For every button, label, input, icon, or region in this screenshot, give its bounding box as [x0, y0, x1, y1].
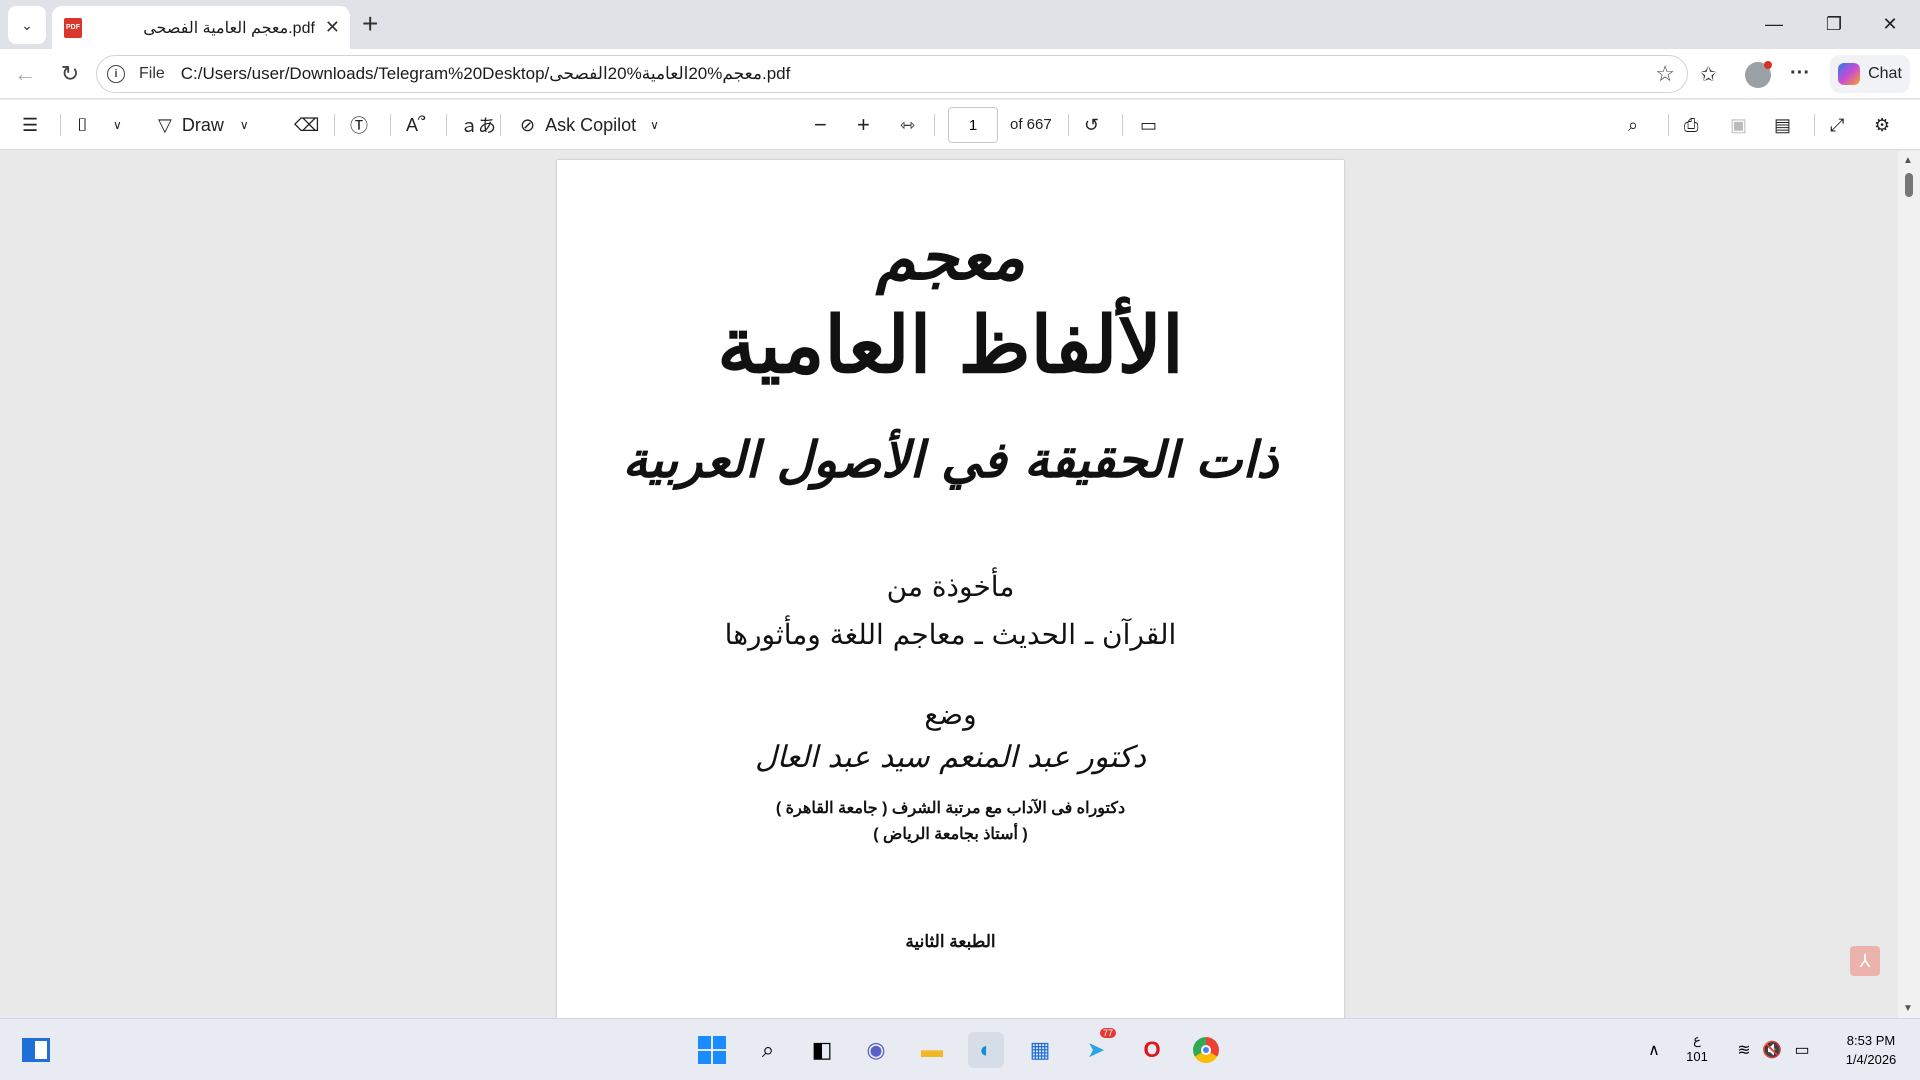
total-pages-label: of 667	[1010, 116, 1052, 133]
rotate-icon[interactable]: ↺	[1084, 110, 1099, 140]
more-menu-icon[interactable]: ···	[1790, 62, 1810, 85]
save-icon[interactable]: ▣	[1730, 110, 1747, 140]
sources-line: القرآن ـ الحديث ـ معاجم اللغة ومأثورها	[724, 618, 1177, 651]
tab-title: معجم العامية الفصحى.pdf	[143, 19, 315, 37]
pdf-toolbar: ☰ ⌷ ∨ ▽ Draw ∨ ⌫ Ⓣ A՞ ａあ ⊘ Ask Copilot ∨…	[0, 100, 1920, 150]
pdf-page: معجم الألفاظ العامية ذات الحقيقة في الأص…	[557, 160, 1344, 1020]
tab-actions-button[interactable]: ⌄	[8, 6, 46, 44]
copilot-chat-button[interactable]: Chat	[1830, 55, 1910, 93]
text-box-icon[interactable]: Ⓣ	[350, 110, 368, 140]
search-icon[interactable]: ⌕	[1628, 110, 1638, 140]
restore-button[interactable]: ❐	[1806, 0, 1862, 49]
page-number-input[interactable]: 1	[948, 107, 998, 143]
copilot-icon	[1838, 63, 1861, 85]
pdf-icon: PDF	[64, 17, 82, 38]
zoom-in-icon[interactable]: +	[857, 110, 870, 140]
author-name: دكتور عبد المنعم سيد عبد العال	[755, 740, 1146, 775]
arrow-left-icon: ←	[14, 61, 36, 86]
copilot-dropdown-icon[interactable]: ∨	[650, 118, 659, 132]
ask-copilot-button[interactable]: ⊘ Ask Copilot ∨	[520, 110, 659, 140]
edition-label: الطبعة الثانية	[905, 932, 996, 951]
address-input[interactable]: i File C:/Users/user/Downloads/Telegram%…	[96, 55, 1688, 93]
input-language-code: 101	[1686, 1049, 1708, 1064]
clock-date: 1/4/2026	[1845, 1052, 1897, 1067]
title-line-2: الألفاظ العامية	[717, 300, 1184, 391]
widgets-icon[interactable]	[18, 1032, 54, 1068]
close-tab-icon[interactable]: ✕	[325, 17, 340, 38]
highlight-dropdown-icon[interactable]: ∨	[113, 110, 122, 140]
address-bar-row: ← ↻ i File C:/Users/user/Downloads/Teleg…	[0, 49, 1920, 99]
browser-tab[interactable]: PDF معجم العامية الفصحى.pdf ✕	[52, 6, 350, 49]
input-language[interactable]: ع 101	[1682, 1031, 1712, 1065]
draw-dropdown-icon[interactable]: ∨	[240, 118, 249, 132]
telegram-badge: 77	[1099, 1028, 1116, 1038]
acrobat-icon[interactable]: ⅄	[1850, 946, 1880, 976]
draw-icon: ▽	[158, 114, 172, 135]
clock[interactable]: 8:53 PM 1/4/2026	[1836, 1031, 1906, 1069]
credential-line-1: دكتوراه فى الآداب مع مرتبة الشرف ( جامعة…	[775, 800, 1126, 817]
draw-label: Draw	[181, 114, 224, 135]
chat-label: Chat	[1868, 65, 1902, 82]
ask-copilot-label: Ask Copilot	[545, 114, 637, 135]
new-tab-button[interactable]: +	[362, 10, 378, 38]
windows-start-icon[interactable]	[694, 1032, 730, 1068]
pdf-viewer[interactable]: معجم الألفاظ العامية ذات الحقيقة في الأص…	[0, 151, 1920, 1020]
authored-label: وضع	[924, 698, 977, 731]
windows-taskbar: ⌕ ◧ ◉ ▬ ◐ ▦ ➤ 77 O ∧ ع 101 ≋ 🔇 ▭ 8:53 PM…	[0, 1018, 1920, 1080]
print-icon[interactable]: ⎙	[1684, 110, 1698, 140]
highlight-icon[interactable]: ⌷	[77, 110, 88, 140]
back-button[interactable]: ←	[10, 59, 40, 89]
scheme-label: File	[139, 65, 165, 82]
favorite-star-icon[interactable]: ☆	[1655, 61, 1675, 87]
page-view-icon[interactable]: ▭	[1140, 110, 1157, 140]
file-explorer-icon[interactable]: ▬	[914, 1032, 950, 1068]
refresh-icon: ↻	[60, 61, 80, 86]
fit-width-icon[interactable]: ⇿	[900, 110, 915, 140]
contents-list-icon[interactable]: ☰	[22, 110, 38, 140]
source-intro: مأخوذة من	[886, 570, 1015, 603]
title-line-1: معجم	[875, 220, 1026, 295]
clock-time: 8:53 PM	[1846, 1033, 1896, 1048]
search-taskbar-icon[interactable]: ⌕	[750, 1032, 786, 1068]
telegram-icon[interactable]: ➤ 77	[1078, 1028, 1116, 1068]
teams-icon[interactable]: ◉	[858, 1032, 894, 1068]
scroll-up-icon[interactable]: ▲	[1903, 155, 1913, 166]
favorites-icon[interactable]: ✩	[1700, 62, 1717, 87]
credential-line-2: ( أستاذ بجامعة الرياض )	[873, 826, 1028, 843]
browser-tab-strip: ⌄ PDF معجم العامية الفصحى.pdf ✕ + — ❐ ✕	[0, 0, 1920, 49]
tray-overflow-icon[interactable]: ∧	[1636, 1032, 1672, 1068]
scroll-down-icon[interactable]: ▼	[1903, 1003, 1913, 1014]
fullscreen-icon[interactable]: ⤢	[1830, 110, 1844, 140]
close-window-button[interactable]: ✕	[1862, 0, 1918, 49]
draw-button[interactable]: ▽ Draw ∨	[158, 110, 249, 140]
task-view-icon[interactable]: ◧	[804, 1032, 840, 1068]
input-language-script: ع	[1693, 1032, 1701, 1047]
notification-dot	[1764, 61, 1772, 69]
info-icon[interactable]: i	[107, 65, 125, 83]
minimize-button[interactable]: —	[1746, 0, 1802, 49]
copilot-outline-icon: ⊘	[520, 114, 536, 135]
translate-icon[interactable]: ａあ	[460, 110, 496, 140]
eraser-icon[interactable]: ⌫	[294, 110, 319, 140]
vertical-scrollbar[interactable]: ▲ ▼	[1898, 151, 1920, 1018]
chrome-icon[interactable]	[1188, 1032, 1224, 1068]
scrollbar-thumb[interactable]	[1905, 173, 1913, 197]
chevron-down-icon: ⌄	[21, 16, 33, 33]
opera-icon[interactable]: O	[1134, 1032, 1170, 1068]
zoom-out-icon[interactable]: −	[814, 110, 827, 140]
edge-icon[interactable]: ◐	[968, 1032, 1004, 1068]
url-text[interactable]: C:/Users/user/Downloads/Telegram%20Deskt…	[181, 64, 791, 84]
store-icon[interactable]: ▦	[1022, 1032, 1058, 1068]
battery-icon[interactable]: ▭	[1784, 1032, 1820, 1068]
settings-gear-icon[interactable]: ⚙	[1874, 110, 1890, 140]
refresh-button[interactable]: ↻	[55, 59, 85, 89]
telegram-glyph: ➤	[1086, 1037, 1106, 1062]
read-aloud-icon[interactable]: A՞	[406, 110, 425, 140]
title-line-3: ذات الحقيقة في الأصول العربية	[622, 430, 1279, 489]
save-as-icon[interactable]: ▤	[1774, 110, 1791, 140]
